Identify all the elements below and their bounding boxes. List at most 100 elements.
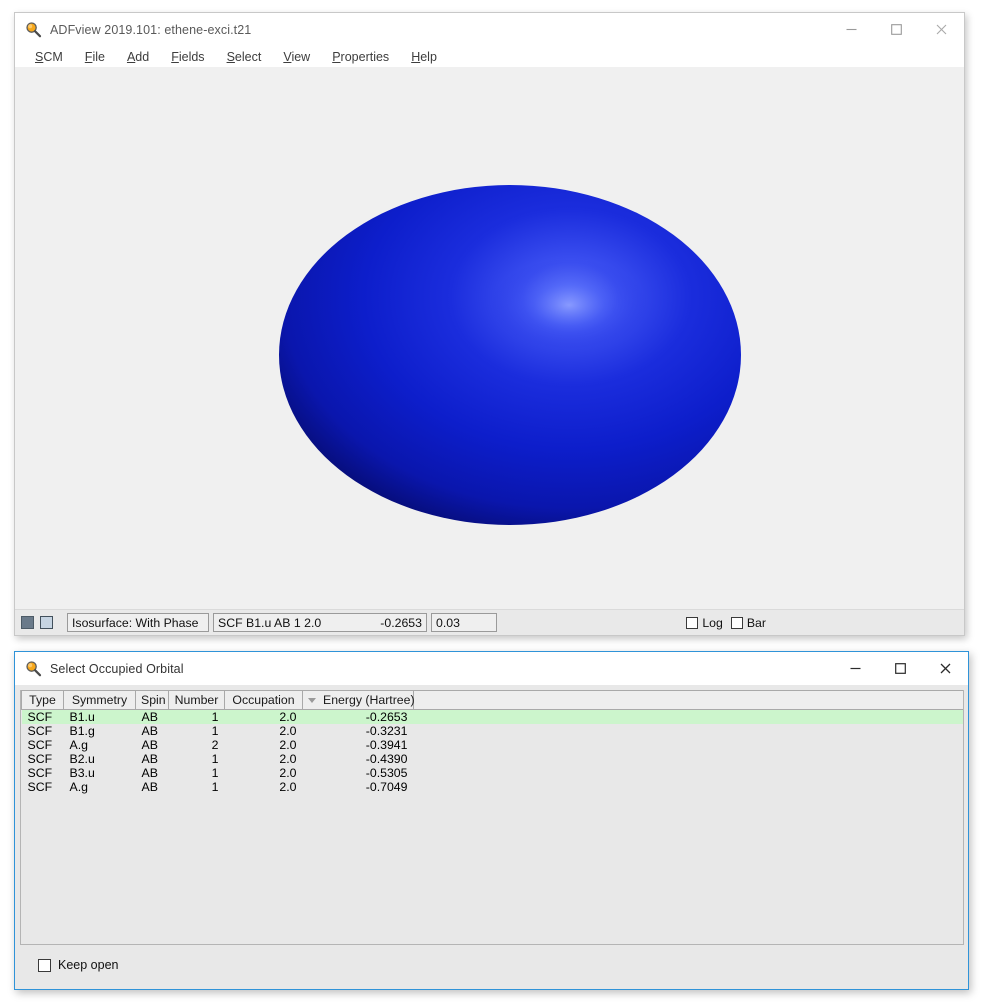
- magnifier-icon: [25, 660, 42, 677]
- keep-open-checkbox-box[interactable]: [38, 958, 51, 972]
- cell-occupation: 2.0: [279, 780, 297, 794]
- main-titlebar[interactable]: ADFview 2019.101: ethene-exci.t21: [15, 13, 964, 46]
- close-button[interactable]: [923, 652, 968, 685]
- cell-type: SCF: [21, 709, 64, 724]
- cell-occupation: 2.0: [279, 752, 297, 766]
- cell-occupation: 2.0: [279, 738, 297, 752]
- main-window-title: ADFview 2019.101: ethene-exci.t21: [50, 22, 252, 37]
- cell-occupation: 2.0: [224, 709, 303, 724]
- column-header-energy[interactable]: Energy (Hartree): [302, 690, 415, 710]
- 3d-viewport[interactable]: [21, 71, 958, 620]
- bar-checkbox[interactable]: Bar: [730, 615, 772, 630]
- column-header-type[interactable]: Type: [21, 690, 64, 710]
- isovalue-field[interactable]: 0.03: [431, 613, 497, 632]
- minimize-icon: [846, 28, 857, 31]
- cell-energy: -0.2653: [302, 709, 414, 724]
- table-row[interactable]: SCF B3.u AB 1 2.0 -0.5305: [22, 766, 964, 780]
- magnifier-icon: [25, 21, 42, 38]
- cell-number: 2: [211, 738, 219, 752]
- bar-checkbox-box[interactable]: [730, 616, 743, 629]
- cell-energy: -0.3941: [365, 738, 408, 752]
- maximize-icon: [891, 24, 902, 35]
- cell-symmetry: B1.u: [63, 709, 136, 724]
- cell-spin: AB: [135, 709, 169, 724]
- maximize-button[interactable]: [878, 652, 923, 685]
- log-checkbox-box[interactable]: [686, 616, 699, 629]
- cell-energy: -0.5305: [365, 766, 408, 780]
- cell-symmetry: B3.u: [69, 766, 95, 780]
- menu-item-fields[interactable]: Fields: [171, 50, 204, 64]
- cell-number: 1: [211, 724, 219, 738]
- orbital-window-title: Select Occupied Orbital: [50, 661, 184, 676]
- cell-occupation: 2.0: [279, 724, 297, 738]
- cell-filler: [413, 709, 963, 724]
- log-checkbox[interactable]: Log: [686, 616, 729, 630]
- orbital-isosurface[interactable]: [279, 183, 741, 528]
- bar-checkbox-label: Bar: [746, 615, 766, 630]
- orbital-label-text: SCF B1.u AB 1 2.0: [218, 615, 322, 630]
- cell-spin: AB: [141, 766, 158, 780]
- adfview-window: ADFview 2019.101: ethene-exci.t21 SCM Fi…: [14, 12, 965, 636]
- cell-type: SCF: [27, 766, 53, 780]
- orbital-energy-text: -0.2653: [380, 615, 422, 630]
- cell-energy: -0.3231: [365, 724, 408, 738]
- orbital-table-body: SCF B1.u AB 1 2.0 -0.2653 SCF B1.g AB 1 2.0 -0.3231…: [21, 709, 964, 794]
- table-row[interactable]: SCF B1.u AB 1 2.0 -0.2653: [21, 709, 963, 724]
- close-icon: [940, 663, 951, 674]
- main-statusbar: Isosurface: With Phase SCF B1.u AB 1 2.0…: [15, 609, 964, 635]
- menu-item-properties[interactable]: Properties: [332, 50, 389, 64]
- cell-spin: AB: [141, 724, 158, 738]
- cell-spin: AB: [141, 780, 158, 794]
- orbital-window-footer: Keep open: [20, 946, 964, 984]
- minimize-icon: [850, 667, 861, 670]
- table-row[interactable]: SCF A.g AB 1 2.0 -0.7049: [22, 780, 964, 794]
- maximize-button[interactable]: [874, 13, 919, 46]
- orbital-window-controls: [833, 652, 968, 685]
- color-swatch-secondary[interactable]: [40, 616, 53, 629]
- cell-occupation: 2.0: [279, 766, 297, 780]
- maximize-icon: [895, 663, 906, 674]
- isovalue-text: 0.03: [436, 615, 460, 630]
- minimize-button[interactable]: [829, 13, 874, 46]
- orbital-label-field[interactable]: SCF B1.u AB 1 2.0 -0.2653: [213, 613, 427, 632]
- cell-symmetry: B1.g: [69, 724, 95, 738]
- menu-item-add[interactable]: Add: [127, 50, 149, 64]
- orbital-table: Type Symmetry Spin Number Occupation Ene…: [21, 690, 963, 794]
- keep-open-checkbox[interactable]: Keep open: [38, 958, 118, 972]
- minimize-button[interactable]: [833, 652, 878, 685]
- column-header-filler: [413, 690, 963, 710]
- cell-symmetry: A.g: [69, 738, 88, 752]
- color-swatch-primary[interactable]: [21, 616, 34, 629]
- column-header-occupation[interactable]: Occupation: [224, 690, 303, 710]
- cell-symmetry: B2.u: [69, 752, 95, 766]
- table-row[interactable]: SCF A.g AB 2 2.0 -0.3941: [22, 738, 964, 752]
- main-window-controls: [829, 13, 964, 46]
- table-row[interactable]: SCF B1.g AB 1 2.0 -0.3231: [22, 724, 964, 738]
- column-header-spin[interactable]: Spin: [135, 690, 169, 710]
- cell-energy: -0.7049: [365, 780, 408, 794]
- cell-number: 1: [211, 752, 219, 766]
- menu-item-file[interactable]: File: [85, 50, 105, 64]
- orbital-titlebar[interactable]: Select Occupied Orbital: [15, 652, 968, 685]
- cell-type: SCF: [27, 724, 53, 738]
- column-header-energy-label: Energy (Hartree): [323, 693, 415, 707]
- column-header-number[interactable]: Number: [168, 690, 225, 710]
- menu-item-view[interactable]: View: [283, 50, 310, 64]
- cell-energy: -0.4390: [365, 752, 408, 766]
- screen: ADFview 2019.101: ethene-exci.t21 SCM Fi…: [0, 0, 985, 1007]
- table-header-row: Type Symmetry Spin Number Occupation Ene…: [21, 690, 963, 710]
- cell-filler: [414, 724, 964, 738]
- isosurface-label-field[interactable]: Isosurface: With Phase: [67, 613, 209, 632]
- isosurface-label-text: Isosurface: With Phase: [72, 615, 199, 630]
- menu-item-scm[interactable]: SCM: [35, 50, 63, 64]
- main-menubar: SCM File Add Fields Select View Properti…: [15, 46, 964, 67]
- cell-number: 1: [211, 766, 219, 780]
- cell-symmetry: A.g: [69, 780, 88, 794]
- menu-item-help[interactable]: Help: [411, 50, 437, 64]
- menu-item-select[interactable]: Select: [227, 50, 262, 64]
- orbital-list-panel[interactable]: Type Symmetry Spin Number Occupation Ene…: [20, 690, 964, 945]
- close-button[interactable]: [919, 13, 964, 46]
- log-checkbox-label: Log: [702, 615, 723, 630]
- column-header-symmetry[interactable]: Symmetry: [63, 690, 136, 710]
- table-row[interactable]: SCF B2.u AB 1 2.0 -0.4390: [22, 752, 964, 766]
